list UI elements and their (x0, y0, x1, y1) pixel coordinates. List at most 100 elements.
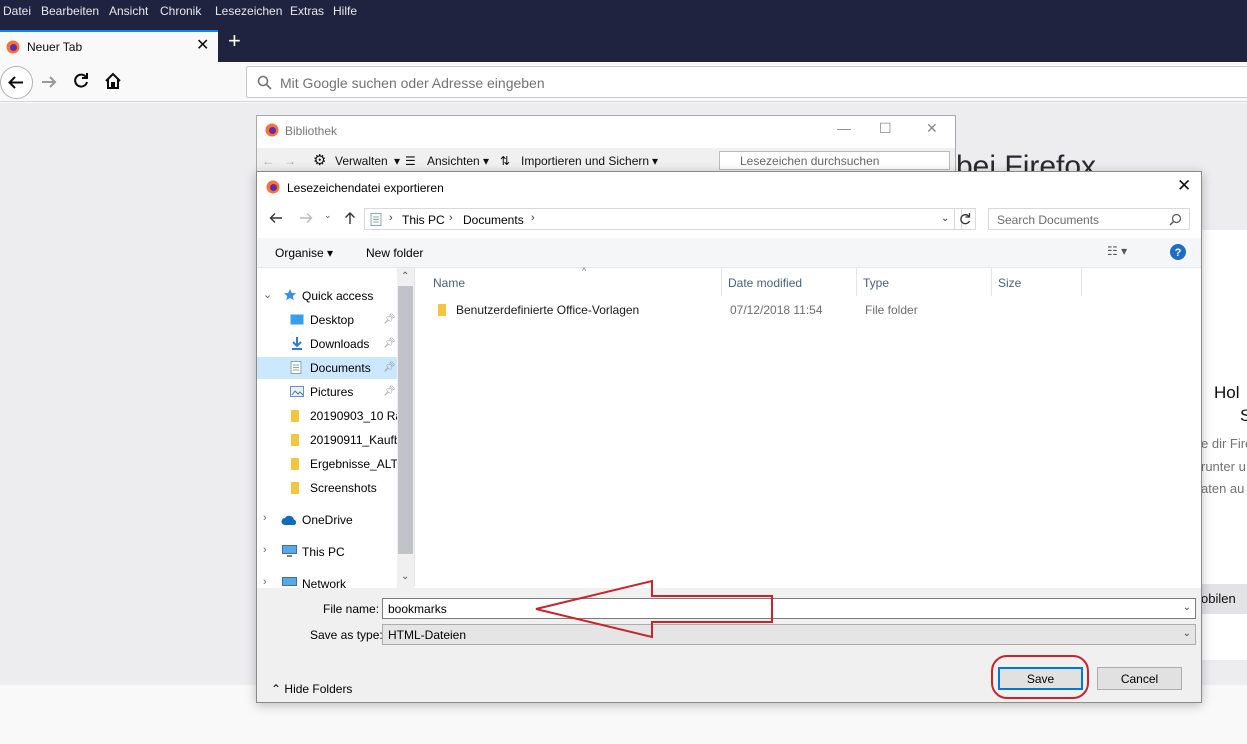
nav-onedrive[interactable]: › OneDrive (257, 509, 397, 531)
expand-chevron-icon[interactable]: › (263, 512, 267, 524)
help-icon[interactable]: ? (1170, 244, 1186, 260)
organise-button[interactable]: Organise ▾ (275, 246, 333, 260)
nav-folder[interactable]: 20190903_10 Rat (257, 405, 405, 427)
menu-chronik[interactable]: Chronik (160, 4, 201, 18)
column-header-name[interactable]: Name ^ (427, 266, 722, 296)
scroll-up-icon[interactable]: ⌃ (401, 271, 409, 282)
onedrive-cloud-icon (281, 515, 298, 525)
hide-folders-label: Hide Folders (284, 682, 353, 696)
recent-locations-chevron-icon[interactable]: ⌄ (324, 210, 332, 221)
file-name: Benutzerdefinierte Office-Vorlagen (456, 303, 640, 317)
menu-hilfe[interactable]: Hilfe (333, 4, 357, 18)
nav-desktop[interactable]: Desktop 📌︎ (257, 309, 397, 331)
breadcrumb-this-pc[interactable]: This PC (402, 213, 445, 227)
nav-this-pc[interactable]: › This PC (257, 541, 397, 563)
nav-downloads[interactable]: Downloads 📌︎ (257, 333, 397, 355)
forward-arrow-icon[interactable] (299, 211, 313, 225)
home-icon[interactable] (104, 72, 122, 90)
tab-title: Neuer Tab (27, 40, 83, 54)
pin-icon: 📌︎ (383, 362, 396, 373)
menu-extras[interactable]: Extras (290, 4, 324, 18)
file-name-input[interactable]: bookmarks ⌄ (382, 598, 1196, 619)
column-header-size[interactable]: Size (992, 268, 1082, 296)
expand-chevron-icon[interactable]: › (263, 576, 267, 588)
expand-chevron-icon[interactable]: › (263, 544, 267, 556)
sort-ascending-icon: ^ (582, 266, 587, 276)
menu-lesezeichen[interactable]: Lesezeichen (215, 4, 282, 18)
nav-desktop-label: Desktop (310, 313, 355, 327)
documents-icon (290, 361, 302, 374)
close-icon[interactable]: ✕ (926, 120, 938, 137)
breadcrumb-separator-icon: › (389, 212, 393, 224)
chevron-down-icon[interactable]: ⌄ (941, 213, 949, 224)
column-header-type[interactable]: Type (857, 268, 992, 296)
menu-datei[interactable]: Datei (3, 4, 31, 18)
file-name-label: File name: (323, 602, 380, 616)
breadcrumb-documents[interactable]: Documents (463, 213, 524, 227)
hide-folders-button[interactable]: ⌃ Hide Folders (271, 682, 352, 696)
search-documents-input[interactable]: Search Documents (988, 208, 1190, 230)
forward-arrow-icon[interactable]: → (284, 154, 296, 168)
new-tab-plus-icon[interactable]: + (228, 30, 241, 52)
bookmarks-search-input[interactable]: Lesezeichen durchsuchen (719, 151, 950, 170)
nav-pictures[interactable]: Pictures 📌︎ (257, 381, 397, 403)
import-backup-menu[interactable]: Importieren und Sichern (521, 154, 649, 168)
expand-chevron-icon[interactable]: ⌄ (263, 288, 272, 301)
nav-network-label: Network (302, 577, 347, 588)
address-bar[interactable]: › This PC › Documents › ⌄ (364, 208, 962, 230)
close-icon[interactable]: ✕ (1177, 177, 1191, 194)
back-arrow-icon[interactable] (269, 211, 283, 225)
dialog-title: Lesezeichendatei exportieren (287, 181, 444, 195)
save-type-select[interactable]: HTML-Dateien ⌄ (382, 624, 1196, 645)
tab-neuer-tab[interactable]: Neuer Tab ✕ (0, 30, 218, 62)
menu-ansicht[interactable]: Ansicht (109, 4, 148, 18)
folder-icon (290, 458, 300, 470)
promo-button[interactable]: obilen (1201, 584, 1247, 614)
pin-icon: 📌︎ (383, 314, 396, 325)
nav-folder[interactable]: 20190911_Kaufbe (257, 429, 407, 451)
address-row: ⌄ › This PC › Documents › ⌄ Search Docum… (257, 206, 1201, 232)
file-row[interactable]: Benutzerdefinierte Office-Vorlagen 07/12… (415, 300, 1202, 320)
maximize-icon[interactable]: ☐ (879, 120, 892, 137)
scrollbar-thumb[interactable] (398, 286, 413, 554)
forward-arrow-icon[interactable] (40, 73, 58, 91)
column-header-date[interactable]: Date modified (722, 268, 857, 296)
tab-close-icon[interactable]: ✕ (196, 38, 209, 54)
import-export-icon: ⇅ (500, 154, 511, 168)
menu-bearbeiten[interactable]: Bearbeiten (41, 4, 99, 18)
promo-text-line: runter u (1201, 459, 1246, 474)
nav-pane-scrollbar[interactable]: ⌃ ⌄ (397, 268, 414, 588)
nav-folder-label: 20190911_Kaufbe (310, 433, 408, 447)
nav-bar: Mit Google suchen oder Adresse eingeben (0, 62, 1247, 102)
organise-label: Organise (275, 246, 324, 260)
file-list: Name ^ Date modified Type Size Benutzerd… (414, 266, 1202, 586)
folder-icon (437, 304, 447, 316)
up-arrow-icon[interactable] (343, 211, 357, 225)
save-type-label: Save as type: (310, 628, 383, 642)
nav-quick-access-label: Quick access (302, 289, 374, 303)
library-window: Bibliothek — ☐ ✕ ← → ⚙ Verwalten ▾ ☰ Ans… (256, 115, 956, 175)
svg-text:?: ? (1175, 247, 1182, 259)
new-folder-button[interactable]: New folder (366, 246, 423, 260)
nav-network[interactable]: › Network (257, 573, 397, 588)
chevron-down-icon: ⌄ (1182, 628, 1191, 639)
views-menu[interactable]: Ansichten (427, 154, 480, 168)
nav-documents[interactable]: Documents 📌︎ (257, 357, 397, 379)
url-bar[interactable]: Mit Google suchen oder Adresse eingeben (246, 66, 1247, 98)
save-type-value: HTML-Dateien (388, 628, 467, 642)
view-options-icon[interactable]: ☷ ▾ (1107, 244, 1127, 258)
back-arrow-icon[interactable]: ← (262, 154, 274, 168)
manage-menu[interactable]: Verwalten (335, 154, 388, 168)
nav-folder[interactable]: Screenshots (257, 477, 397, 499)
firefox-icon (6, 40, 20, 54)
back-button[interactable] (0, 66, 33, 99)
scroll-down-icon[interactable]: ⌄ (401, 571, 409, 582)
minimize-icon[interactable]: — (837, 120, 851, 136)
firefox-icon (266, 180, 280, 194)
chevron-down-icon[interactable]: ⌄ (1183, 602, 1191, 613)
cancel-button[interactable]: Cancel (1097, 667, 1182, 690)
reload-icon[interactable] (72, 72, 90, 90)
nav-folder[interactable]: Ergebnisse_ALT (257, 453, 398, 475)
refresh-button[interactable] (954, 208, 976, 230)
nav-quick-access[interactable]: ⌄ Quick access (257, 285, 397, 307)
